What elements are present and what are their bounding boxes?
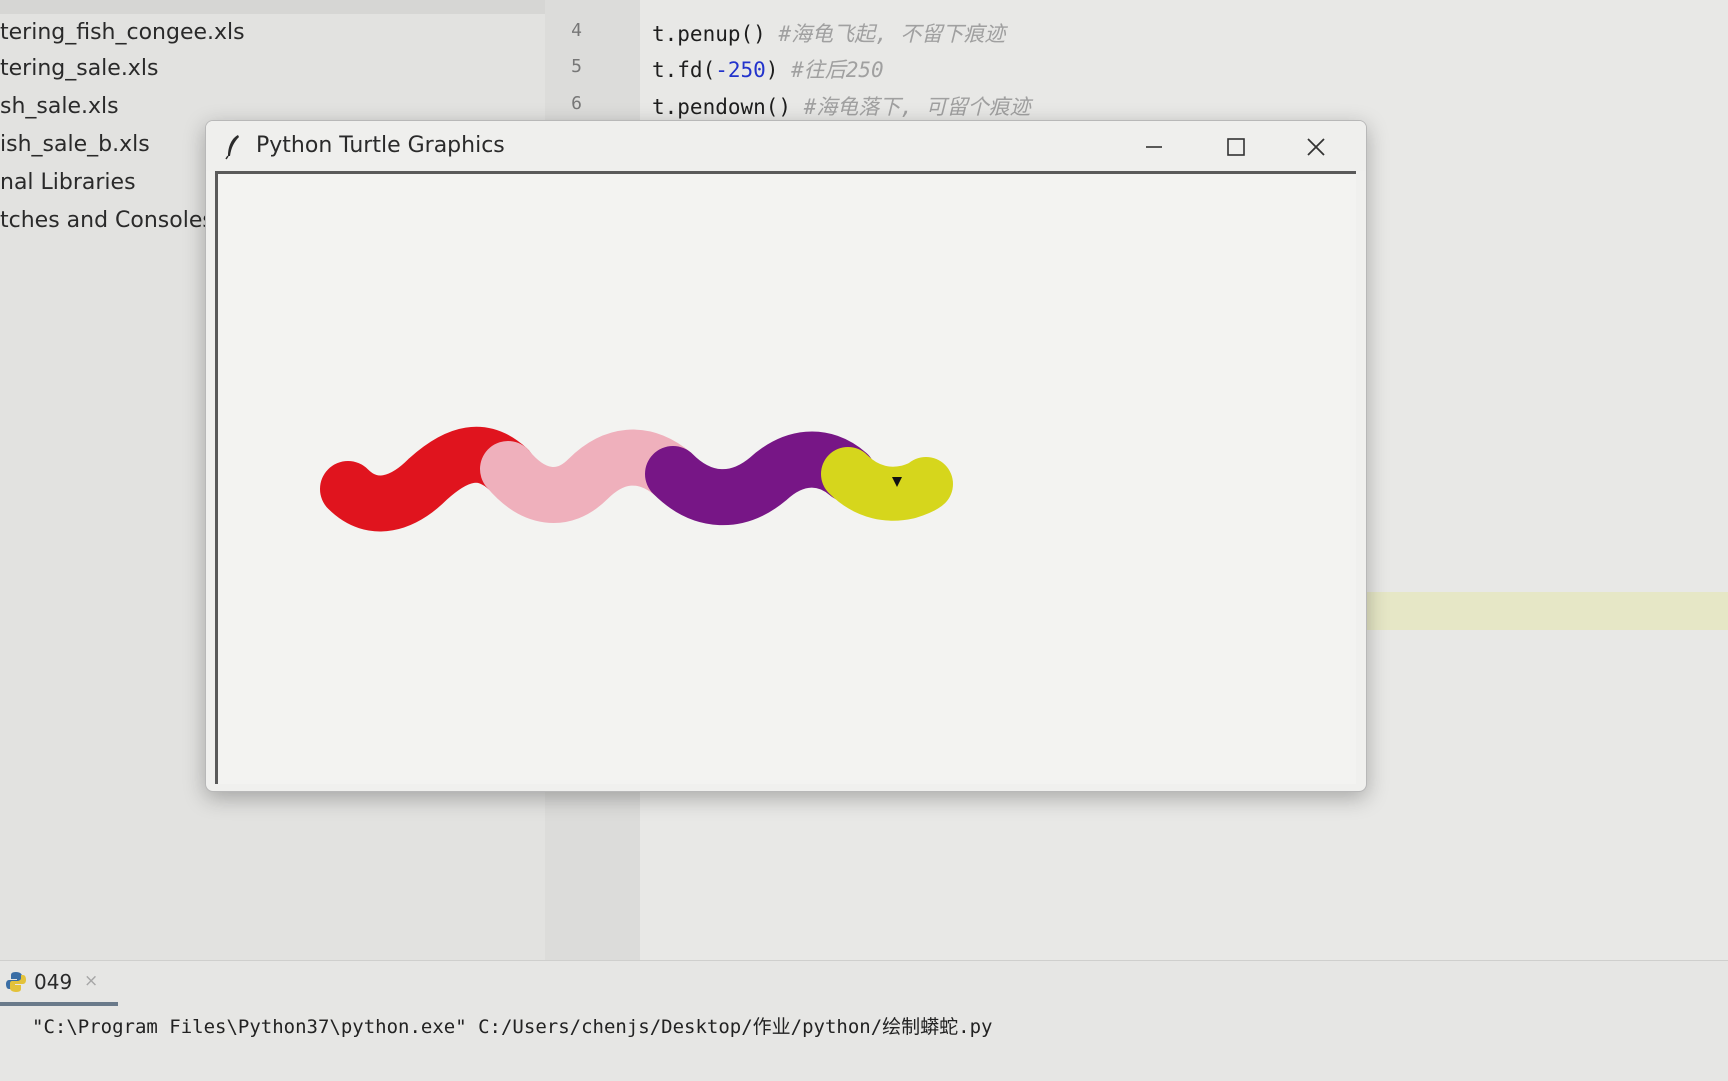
code-text: t.penup() (652, 22, 766, 46)
close-button[interactable] (1276, 121, 1356, 171)
line-number: 4 (571, 20, 582, 41)
minimize-button[interactable] (1114, 121, 1194, 171)
feather-icon (225, 135, 239, 160)
maximize-button[interactable] (1196, 121, 1276, 171)
tree-item-fish-sale-b[interactable]: ish_sale_b.xls (0, 132, 150, 157)
turtle-canvas[interactable] (215, 171, 1356, 784)
code-comment: #往后250 (791, 58, 884, 82)
python-icon (6, 972, 26, 992)
tree-header-strip (0, 0, 545, 14)
run-command-output: "C:\Program Files\Python37\python.exe" C… (32, 1016, 993, 1038)
code-comment: #海龟落下, 可留个痕迹 (803, 95, 1031, 119)
snake-drawing (320, 426, 953, 532)
tree-item-tering-sale[interactable]: tering_sale.xls (0, 56, 158, 81)
tree-item-fish-congee[interactable]: tering_fish_congee.xls (0, 20, 245, 45)
code-line[interactable]: t.pendown() #海龟落下, 可留个痕迹 (652, 91, 1031, 121)
line-number: 6 (571, 93, 582, 114)
window-title: Python Turtle Graphics (256, 133, 505, 158)
tree-item-external-libraries[interactable]: nal Libraries (0, 170, 136, 195)
run-tab-label[interactable]: 049 (34, 970, 72, 994)
code-line[interactable]: t.penup() #海龟飞起, 不留下痕迹 (652, 18, 1005, 48)
code-text: t.fd( (652, 58, 716, 82)
turtle-graphics-window[interactable]: Python Turtle Graphics (205, 120, 1367, 792)
tree-item-scratches-consoles[interactable]: tches and Consoles (0, 208, 214, 233)
code-comment: #海龟飞起, 不留下痕迹 (778, 22, 1006, 46)
code-line[interactable]: t.fd(-250) #往后250 (652, 54, 884, 84)
line-number: 5 (571, 56, 582, 77)
code-text: t.pendown() (652, 95, 792, 119)
code-number: -250 (715, 58, 766, 82)
tree-item-fish-sale[interactable]: sh_sale.xls (0, 94, 119, 119)
window-titlebar[interactable]: Python Turtle Graphics (206, 121, 1366, 171)
current-line-highlight (1340, 592, 1728, 630)
code-text: ) (765, 58, 779, 82)
snake-segment-yellow (821, 447, 953, 521)
run-tab-close-icon[interactable]: × (84, 971, 98, 991)
